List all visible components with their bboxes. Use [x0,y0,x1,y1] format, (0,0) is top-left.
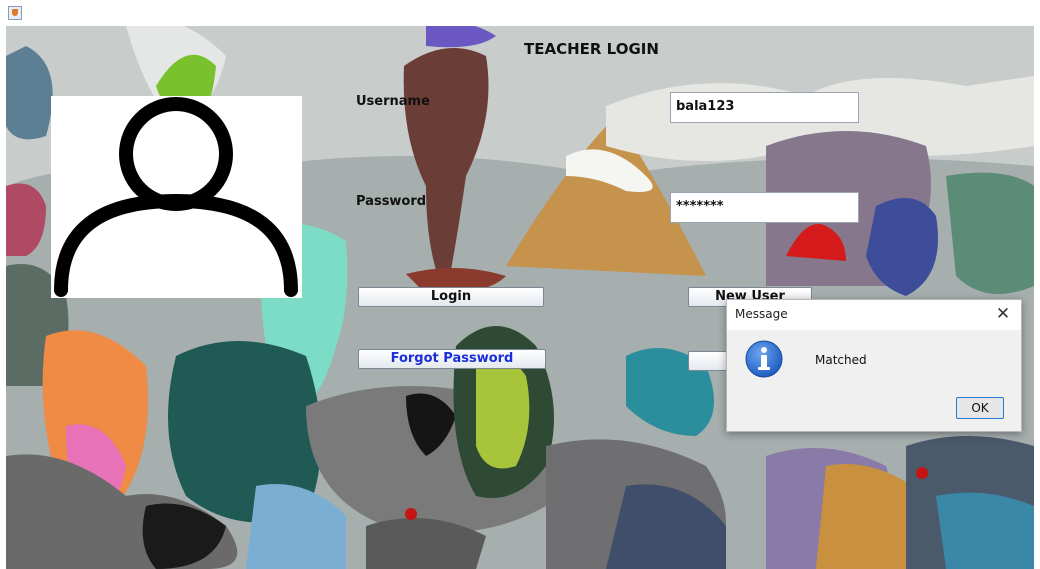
close-icon[interactable]: ✕ [993,303,1013,325]
login-frame: TEACHER LOGIN Username bala123 Password … [6,26,1034,569]
username-label: Username [356,94,430,109]
password-field[interactable]: ******* [670,192,859,223]
login-button[interactable]: Login [358,287,544,307]
form-title: TEACHER LOGIN [524,40,659,58]
forgot-password-button[interactable]: Forgot Password [358,349,546,369]
info-icon [745,340,783,378]
user-avatar-icon [51,96,302,298]
window-titlebar [0,0,1040,26]
dialog-title: Message [735,307,788,321]
java-cup-icon [8,6,22,20]
dialog-titlebar: Message ✕ [727,300,1021,330]
password-label: Password [356,194,427,209]
ok-button[interactable]: OK [956,397,1004,419]
message-dialog: Message ✕ Matched OK [726,299,1022,432]
username-field[interactable]: bala123 [670,92,859,123]
dialog-message: Matched [815,353,867,367]
